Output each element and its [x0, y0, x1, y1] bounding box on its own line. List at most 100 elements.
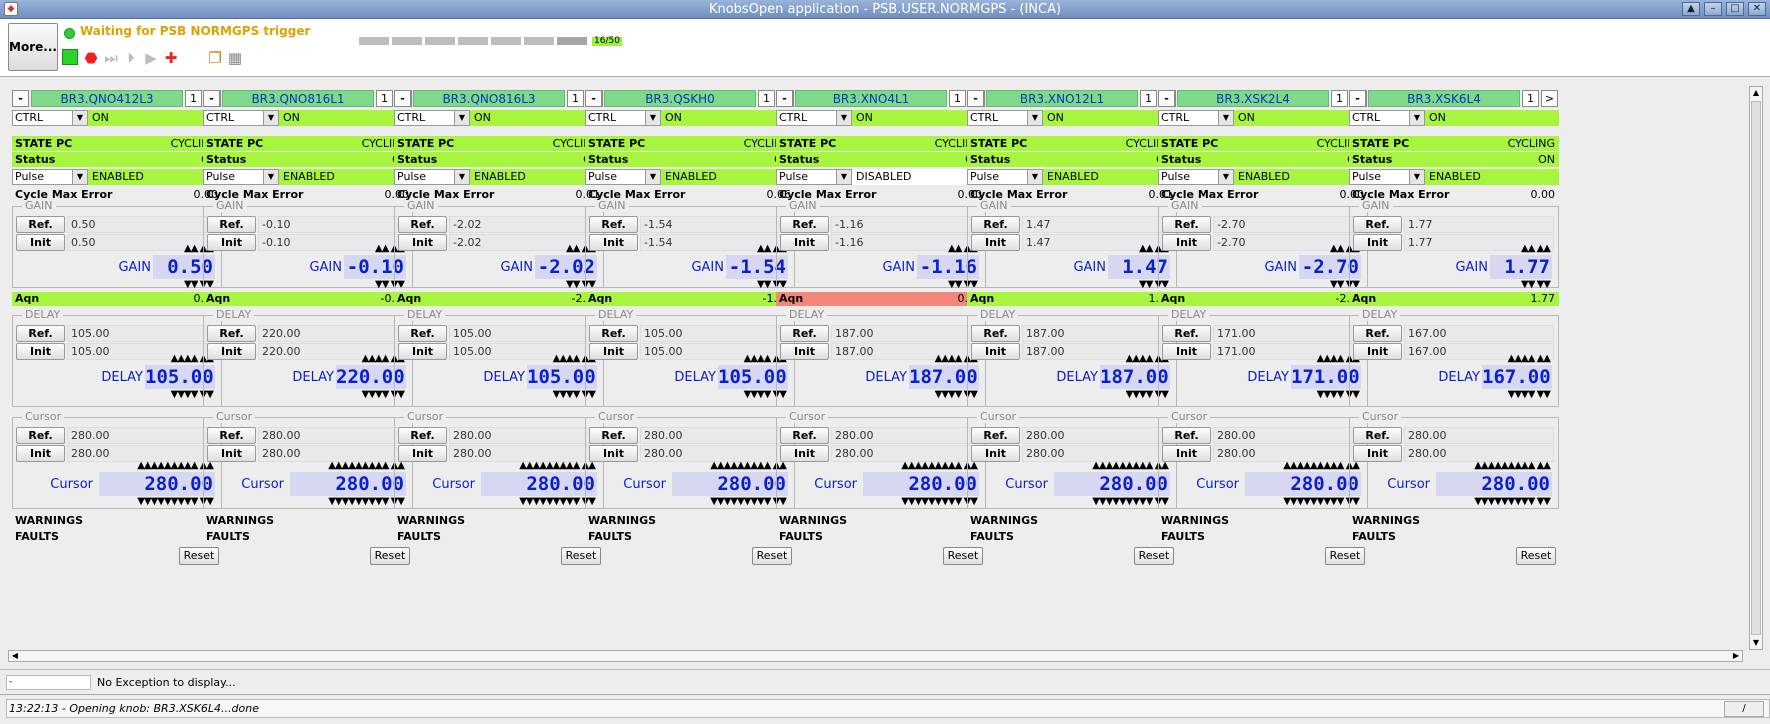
gain-ref-button[interactable]: Ref.: [1162, 216, 1211, 233]
scroll-thumb[interactable]: [1751, 101, 1761, 635]
delay-init-button[interactable]: Init: [589, 343, 638, 360]
knob-next-button[interactable]: >: [1541, 90, 1558, 107]
cursor-decrement-arrows-icon[interactable]: ▼▼▼▼▼▼▼▼▼ ▼▼: [710, 497, 787, 507]
copy-icon[interactable]: ❐: [206, 49, 224, 67]
ctrl-select[interactable]: CTRL ▼: [585, 110, 661, 126]
cursor-value[interactable]: 280.00: [99, 472, 215, 496]
pulse-select[interactable]: Pulse ▼: [776, 169, 852, 185]
cursor-increment-arrows-icon[interactable]: ▲▲▲▲▲▲▲▲▲ ▲▲: [901, 461, 978, 471]
cursor-ref-button[interactable]: Ref.: [971, 427, 1020, 444]
minimize-icon[interactable]: –: [1704, 2, 1722, 16]
ctrl-select[interactable]: CTRL ▼: [967, 110, 1043, 126]
knob-page-number[interactable]: 1: [185, 90, 202, 107]
delay-init-button[interactable]: Init: [16, 343, 65, 360]
cursor-ref-button[interactable]: Ref.: [16, 427, 65, 444]
knob-name[interactable]: BR3.XNO4L1: [795, 90, 947, 107]
gain-init-button[interactable]: Init: [16, 234, 65, 251]
step-icon[interactable]: ⏵: [122, 49, 140, 67]
knob-page-number[interactable]: 1: [949, 90, 966, 107]
delay-value[interactable]: 167.00: [1482, 365, 1552, 389]
gain-init-button[interactable]: Init: [589, 234, 638, 251]
ctrl-select[interactable]: CTRL ▼: [203, 110, 279, 126]
gain-ref-button[interactable]: Ref.: [207, 216, 256, 233]
delay-ref-button[interactable]: Ref.: [16, 325, 65, 342]
gain-ref-button[interactable]: Ref.: [780, 216, 829, 233]
delay-init-button[interactable]: Init: [1353, 343, 1402, 360]
pulse-select[interactable]: Pulse ▼: [394, 169, 470, 185]
cursor-decrement-arrows-icon[interactable]: ▼▼▼▼▼▼▼▼▼ ▼▼: [1092, 497, 1169, 507]
knob-page-number[interactable]: 1: [1140, 90, 1157, 107]
knob-page-number[interactable]: 1: [1331, 90, 1348, 107]
cursor-value[interactable]: 280.00: [1436, 472, 1552, 496]
cursor-value[interactable]: 280.00: [1054, 472, 1170, 496]
delay-increment-arrows-icon[interactable]: ▲▲▲▲ ▲▲: [1508, 354, 1551, 364]
scroll-up-icon[interactable]: ▲: [1751, 88, 1761, 98]
delay-init-button[interactable]: Init: [207, 343, 256, 360]
ctrl-select[interactable]: CTRL ▼: [394, 110, 470, 126]
cursor-value[interactable]: 280.00: [863, 472, 979, 496]
cursor-decrement-arrows-icon[interactable]: ▼▼▼▼▼▼▼▼▼ ▼▼: [519, 497, 596, 507]
delay-init-button[interactable]: Init: [398, 343, 447, 360]
gain-init-button[interactable]: Init: [207, 234, 256, 251]
chevron-down-icon[interactable]: ▼: [1027, 111, 1042, 125]
horizontal-scrollbar[interactable]: ◀ ▶: [8, 650, 1743, 662]
chevron-down-icon[interactable]: ▼: [1027, 170, 1042, 184]
cursor-ref-button[interactable]: Ref.: [780, 427, 829, 444]
maximize-icon[interactable]: □: [1726, 2, 1744, 16]
gain-ref-button[interactable]: Ref.: [589, 216, 638, 233]
delay-ref-button[interactable]: Ref.: [398, 325, 447, 342]
knob-page-number[interactable]: 1: [758, 90, 775, 107]
cursor-increment-arrows-icon[interactable]: ▲▲▲▲▲▲▲▲▲ ▲▲: [519, 461, 596, 471]
cursor-init-button[interactable]: Init: [1162, 445, 1211, 462]
gain-ref-button[interactable]: Ref.: [971, 216, 1020, 233]
cursor-increment-arrows-icon[interactable]: ▲▲▲▲▲▲▲▲▲ ▲▲: [1092, 461, 1169, 471]
exception-field[interactable]: -: [6, 675, 91, 690]
chevron-down-icon[interactable]: ▼: [263, 111, 278, 125]
status-button[interactable]: /: [1724, 701, 1764, 717]
knob-name[interactable]: BR3.XSK2L4: [1177, 90, 1329, 107]
cursor-decrement-arrows-icon[interactable]: ▼▼▼▼▼▼▼▼▼ ▼▼: [328, 497, 405, 507]
delay-ref-button[interactable]: Ref.: [207, 325, 256, 342]
ctrl-select[interactable]: CTRL ▼: [776, 110, 852, 126]
cursor-init-button[interactable]: Init: [207, 445, 256, 462]
knob-name[interactable]: BR3.XSK6L4: [1368, 90, 1520, 107]
chevron-down-icon[interactable]: ▼: [1218, 170, 1233, 184]
knob-name[interactable]: BR3.QNO816L3: [413, 90, 565, 107]
cursor-decrement-arrows-icon[interactable]: ▼▼▼▼▼▼▼▼▼ ▼▼: [1474, 497, 1551, 507]
cursor-value[interactable]: 280.00: [672, 472, 788, 496]
knob-name[interactable]: BR3.QNO816L1: [222, 90, 374, 107]
delay-ref-button[interactable]: Ref.: [1353, 325, 1402, 342]
up-icon[interactable]: ▲: [1682, 2, 1700, 16]
pulse-select[interactable]: Pulse ▼: [967, 169, 1043, 185]
cursor-increment-arrows-icon[interactable]: ▲▲▲▲▲▲▲▲▲ ▲▲: [1474, 461, 1551, 471]
knob-page-number[interactable]: 1: [567, 90, 584, 107]
ctrl-select[interactable]: CTRL ▼: [1158, 110, 1234, 126]
cursor-init-button[interactable]: Init: [589, 445, 638, 462]
knob-remove-button[interactable]: -: [585, 90, 602, 107]
cursor-init-button[interactable]: Init: [398, 445, 447, 462]
delay-decrement-arrows-icon[interactable]: ▼▼▼▼ ▼▼: [1508, 390, 1551, 400]
gain-value[interactable]: 1.77: [1490, 255, 1552, 279]
cursor-init-button[interactable]: Init: [16, 445, 65, 462]
cursor-increment-arrows-icon[interactable]: ▲▲▲▲▲▲▲▲▲ ▲▲: [710, 461, 787, 471]
knob-remove-button[interactable]: -: [394, 90, 411, 107]
settings-icon[interactable]: ▦: [226, 49, 244, 67]
chevron-down-icon[interactable]: ▼: [1409, 111, 1424, 125]
vertical-scrollbar[interactable]: ▲ ▼: [1749, 86, 1763, 650]
chevron-down-icon[interactable]: ▼: [836, 111, 851, 125]
stop-icon[interactable]: ⬣: [82, 49, 100, 67]
delay-init-button[interactable]: Init: [971, 343, 1020, 360]
knob-name[interactable]: BR3.QNO412L3: [31, 90, 183, 107]
gain-ref-button[interactable]: Ref.: [1353, 216, 1402, 233]
chevron-down-icon[interactable]: ▼: [72, 170, 87, 184]
cursor-value[interactable]: 280.00: [290, 472, 406, 496]
run-icon[interactable]: [62, 49, 78, 65]
pulse-select[interactable]: Pulse ▼: [12, 169, 88, 185]
knob-page-number[interactable]: 1: [1522, 90, 1539, 107]
scroll-down-icon[interactable]: ▼: [1751, 638, 1761, 648]
more-button[interactable]: More...: [8, 23, 58, 71]
delay-ref-button[interactable]: Ref.: [589, 325, 638, 342]
cursor-increment-arrows-icon[interactable]: ▲▲▲▲▲▲▲▲▲ ▲▲: [328, 461, 405, 471]
ctrl-select[interactable]: CTRL ▼: [12, 110, 88, 126]
delay-ref-button[interactable]: Ref.: [780, 325, 829, 342]
